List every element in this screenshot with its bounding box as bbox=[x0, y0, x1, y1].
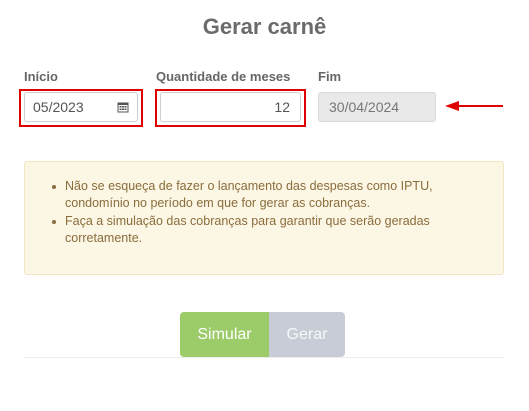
gerar-button[interactable]: Gerar bbox=[269, 312, 345, 357]
divider bbox=[24, 357, 504, 358]
action-button-group: Simular Gerar bbox=[180, 312, 345, 357]
notice-item: Não se esqueça de fazer o lançamento das… bbox=[52, 178, 483, 212]
notice-list: Não se esqueça de fazer o lançamento das… bbox=[52, 178, 483, 247]
page-title: Gerar carnê bbox=[202, 14, 327, 39]
fim-label: Fim bbox=[318, 69, 342, 84]
quantidade-label: Quantidade de meses bbox=[156, 69, 291, 84]
simular-button[interactable]: Simular bbox=[180, 312, 269, 357]
pointer-arrow-icon bbox=[445, 101, 503, 111]
calendar-icon[interactable] bbox=[117, 101, 129, 113]
notice-item: Faça a simulação das cobranças para gara… bbox=[52, 213, 483, 247]
fim-value: 30/04/2024 bbox=[329, 99, 400, 115]
notice-box: Não se esqueça de fazer o lançamento das… bbox=[24, 161, 504, 275]
inicio-value: 05/2023 bbox=[33, 99, 84, 115]
fim-date-input: 30/04/2024 bbox=[318, 92, 436, 122]
quantidade-meses-input[interactable]: 12 bbox=[160, 92, 301, 122]
inicio-month-input[interactable]: 05/2023 bbox=[24, 92, 138, 122]
quantidade-value: 12 bbox=[274, 99, 290, 115]
inicio-label: Início bbox=[24, 69, 58, 84]
